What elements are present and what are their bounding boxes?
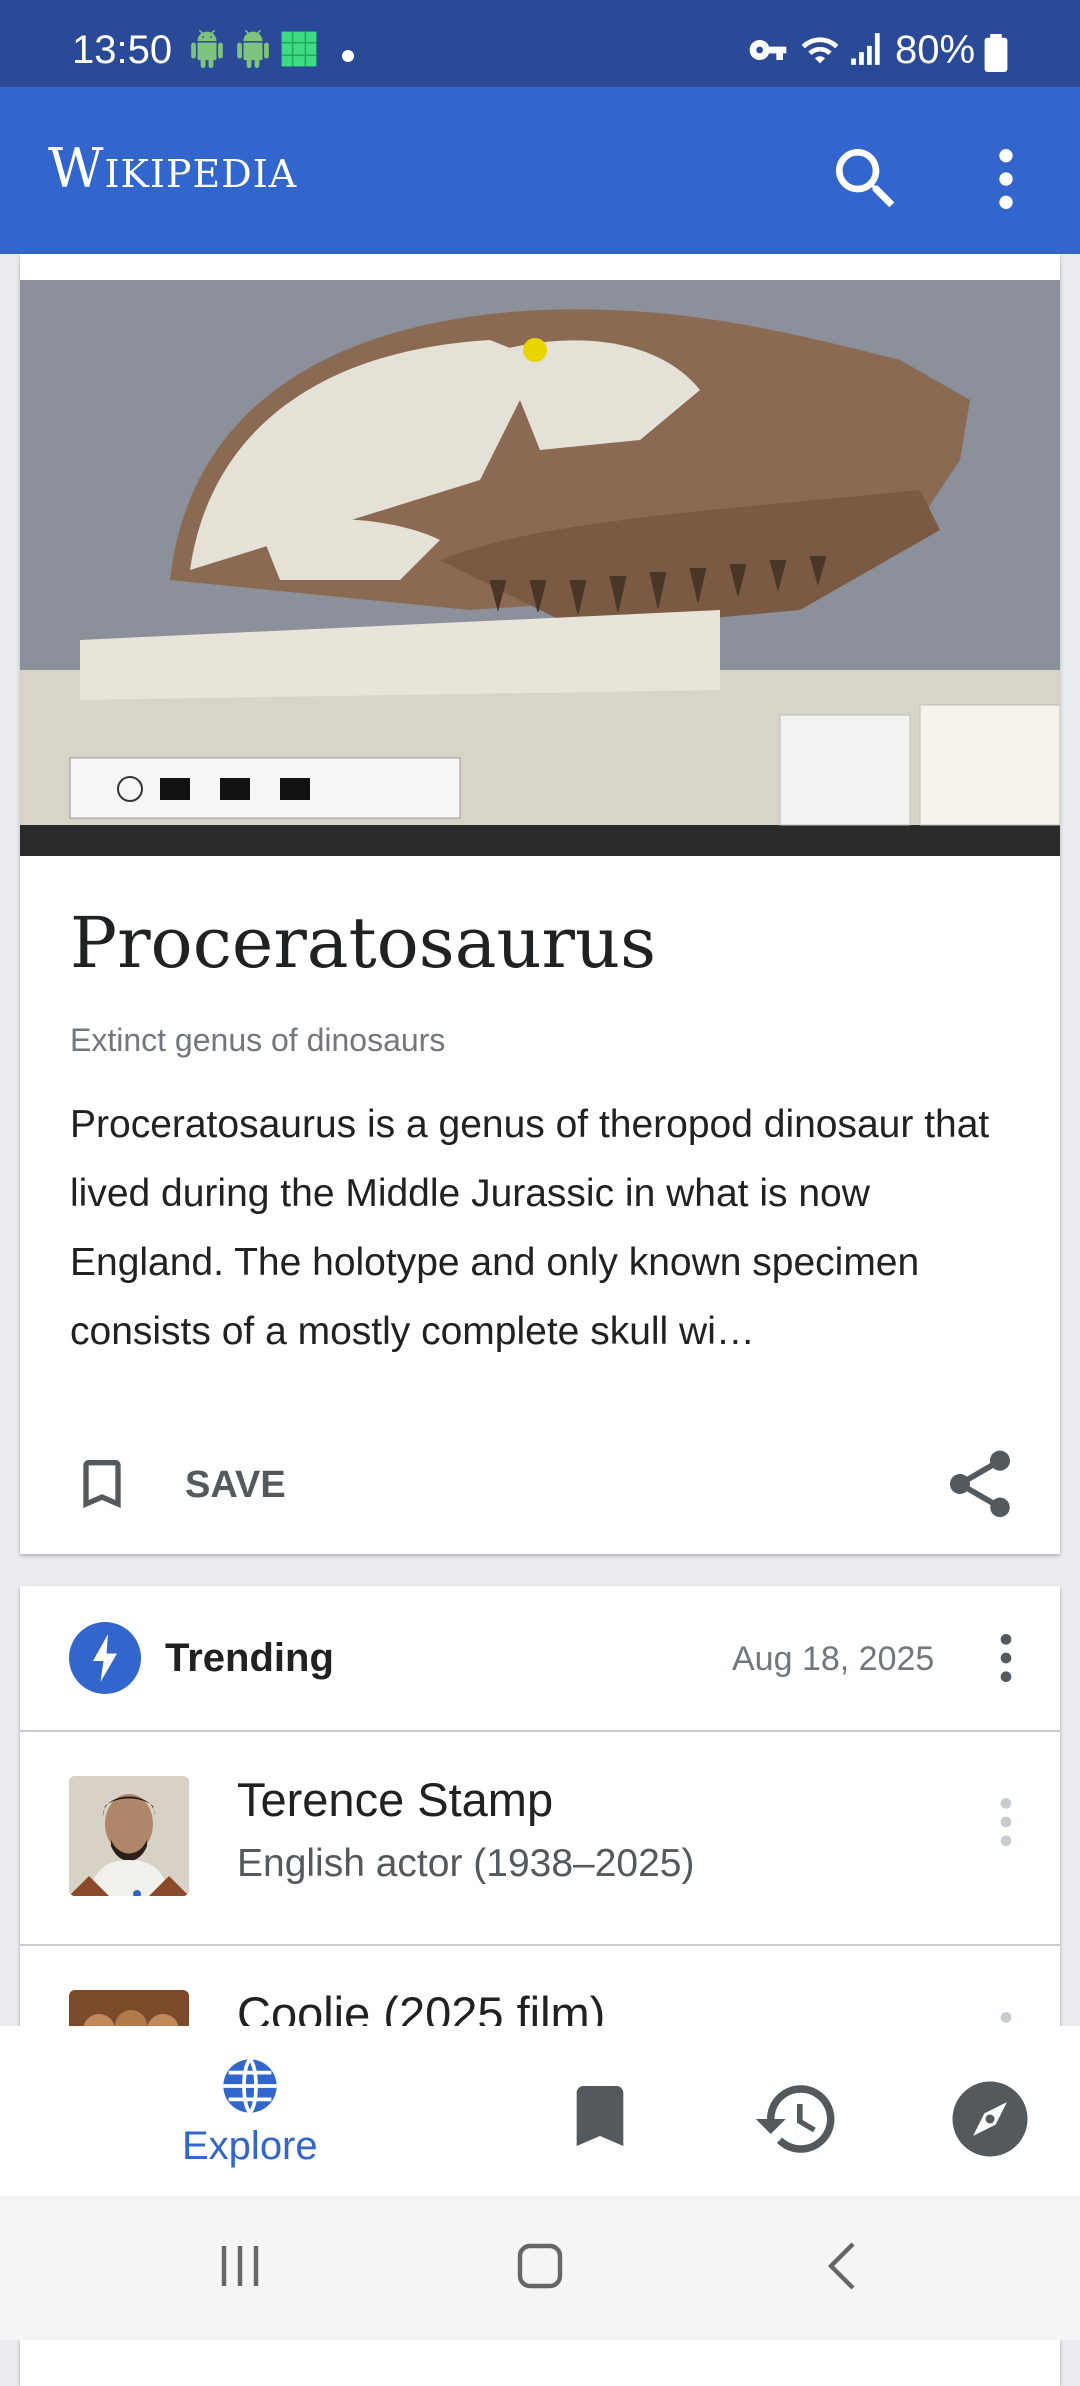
trending-list-item[interactable]: Terence Stamp English actor (1938–2025) — [20, 1732, 1060, 1946]
nav-explore[interactable]: Explore — [170, 2054, 330, 2184]
overflow-menu-button[interactable] — [976, 139, 1036, 219]
vpn-key-icon — [749, 40, 787, 60]
recent-apps-icon[interactable] — [210, 2236, 270, 2296]
featured-image[interactable] — [20, 280, 1060, 856]
nav-saved[interactable] — [560, 2076, 640, 2156]
signal-icon — [851, 33, 880, 65]
status-bar: 13:50 80% — [0, 0, 1080, 87]
item-menu-button[interactable] — [986, 1790, 1026, 1854]
globe-icon — [223, 2058, 277, 2114]
trending-item-description: English actor (1938–2025) — [237, 1842, 695, 1885]
nav-explore-label: Explore — [182, 2124, 318, 2168]
system-navigation-bar — [0, 2196, 1080, 2340]
search-button[interactable] — [826, 139, 906, 219]
trending-header: Trending Aug 18, 2025 — [20, 1586, 1060, 1732]
trending-item-title: Terence Stamp — [237, 1773, 554, 1826]
trending-title: Trending — [165, 1636, 334, 1680]
app-bar: Wikipedia — [0, 87, 1080, 254]
lightning-icon — [93, 1634, 117, 1682]
battery-icon — [984, 34, 1008, 72]
history-icon — [755, 2085, 835, 2153]
home-icon[interactable] — [510, 2236, 570, 2296]
bookmark-outline-icon — [83, 1460, 121, 1508]
article-title[interactable]: Proceratosaurus — [70, 902, 656, 984]
wikipedia-logo[interactable]: Wikipedia — [48, 137, 297, 200]
share-icon — [950, 1450, 1010, 1518]
app-icon — [281, 31, 317, 67]
dinosaur-skull-photo — [20, 280, 1060, 856]
save-label: SAVE — [185, 1464, 286, 1506]
battery-percentage: 80% — [895, 28, 976, 72]
more-vert-icon — [999, 149, 1013, 209]
person-photo-icon — [69, 1776, 189, 1896]
android-icon — [237, 30, 269, 68]
more-vert-icon — [1000, 1634, 1012, 1682]
back-icon[interactable] — [815, 2236, 875, 2296]
trending-menu-button[interactable] — [986, 1626, 1026, 1690]
bookmark-icon — [576, 2086, 624, 2146]
share-button[interactable] — [940, 1444, 1020, 1524]
nav-history[interactable] — [752, 2074, 842, 2164]
search-icon — [836, 149, 895, 208]
article-thumbnail — [69, 1776, 189, 1896]
compass-icon — [952, 2081, 1028, 2157]
dot-icon — [342, 50, 354, 62]
status-time: 13:50 — [72, 28, 173, 72]
android-icon — [191, 30, 223, 68]
nav-places[interactable] — [945, 2074, 1035, 2164]
featured-article-card[interactable]: Proceratosaurus Extinct genus of dinosau… — [20, 254, 1060, 1554]
wifi-icon — [801, 37, 839, 64]
article-description: Extinct genus of dinosaurs — [70, 1022, 446, 1058]
bottom-navigation: Explore — [0, 2026, 1080, 2196]
trending-date: Aug 18, 2025 — [732, 1640, 935, 1678]
more-vert-icon — [1000, 1798, 1012, 1846]
article-extract[interactable]: Proceratosaurus is a genus of theropod d… — [70, 1090, 1030, 1366]
trending-badge — [69, 1622, 141, 1694]
save-button[interactable]: SAVE — [70, 1444, 310, 1524]
